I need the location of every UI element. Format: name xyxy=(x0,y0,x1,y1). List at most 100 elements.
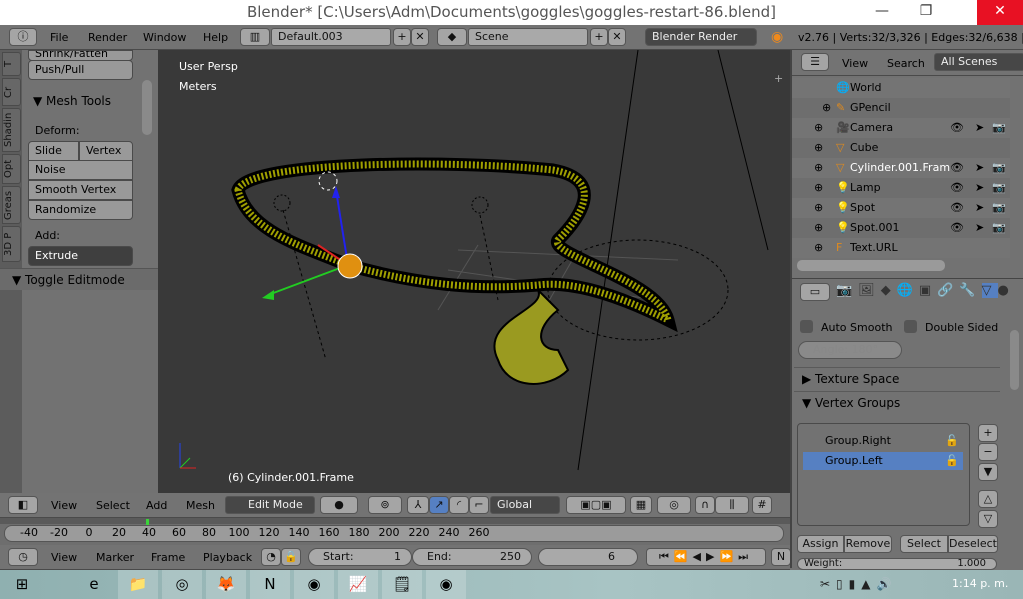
outliner-item[interactable]: 🌐 World xyxy=(792,78,1010,98)
cursor-icon[interactable]: ➤ xyxy=(975,198,984,218)
start-frame-field[interactable]: Start: 1 xyxy=(308,548,412,566)
select-button[interactable]: Select xyxy=(900,535,948,553)
add-vertex-group-button[interactable]: + xyxy=(978,424,998,442)
tab-create[interactable]: Cr xyxy=(2,78,21,106)
expand-icon[interactable]: ⊕ xyxy=(814,158,823,178)
outliner-item[interactable]: ⊕ 💡 Lamp 👁 ➤ 📷 xyxy=(792,178,1010,198)
playback-controls[interactable]: ⏮⏪◀▶⏩⏭ xyxy=(646,548,766,566)
vertex-group-specials-button[interactable]: ▼ xyxy=(978,463,998,481)
internet-explorer-icon[interactable]: e xyxy=(74,570,114,599)
editor-type-info-icon[interactable]: ⓘ xyxy=(9,28,37,46)
cursor-icon[interactable]: ➤ xyxy=(975,158,984,178)
properties-context-tabs[interactable]: 📷🖼◆🌐▣🔗🔧▽● xyxy=(836,283,1023,303)
lock-icon[interactable]: 🔓 xyxy=(945,432,959,450)
firefox-icon[interactable]: 🦊 xyxy=(206,570,246,599)
chrome-icon[interactable]: ◎ xyxy=(162,570,202,599)
translate-manipulator[interactable]: ↗ xyxy=(429,496,449,514)
pivot-point-select[interactable]: ⊚ xyxy=(368,496,402,514)
expand-icon[interactable]: ⊕ xyxy=(814,198,823,218)
minimize-button[interactable]: — xyxy=(865,0,899,25)
noise-button[interactable]: Noise xyxy=(28,160,133,180)
3d-viewport[interactable]: User Persp Meters (6) Cylinder.001.Frame… xyxy=(158,50,790,493)
menu-timeline-view[interactable]: View xyxy=(51,545,77,570)
windows-start-icon[interactable]: ⊞ xyxy=(2,570,42,599)
smooth-vertex-button[interactable]: Smooth Vertex xyxy=(28,180,133,200)
outliner-item[interactable]: ⊕ 🎥 Camera 👁 ➤ 📷 xyxy=(792,118,1010,138)
push-pull-button[interactable]: Push/Pull xyxy=(28,60,133,80)
cursor-icon[interactable]: ➤ xyxy=(975,118,984,138)
assign-button[interactable]: Assign xyxy=(797,535,844,553)
render-icon[interactable]: 📷 xyxy=(992,178,1006,198)
tab-tools[interactable]: T xyxy=(2,52,21,76)
menu-help[interactable]: Help xyxy=(203,25,228,50)
expand-icon[interactable]: ⊕ xyxy=(814,178,823,198)
manipulator-toggle[interactable]: ⅄ xyxy=(407,496,429,514)
scene-icon[interactable]: ◆ xyxy=(437,28,467,46)
item-name[interactable]: Cylinder.001.Frame xyxy=(850,158,950,178)
menu-window[interactable]: Window xyxy=(143,25,186,50)
close-button[interactable]: ✕ xyxy=(977,0,1023,25)
display-mode-select[interactable]: All Scenes xyxy=(934,53,1023,71)
outliner-item[interactable]: ⊕ 💡 Spot.001 👁 ➤ 📷 xyxy=(792,218,1010,238)
screen-layout-icon[interactable]: ▥ xyxy=(240,28,270,46)
file-explorer-icon[interactable]: 📁 xyxy=(118,570,158,599)
editor-type-timeline-icon[interactable]: ◷ xyxy=(8,548,38,566)
rotate-manipulator[interactable]: ◜ xyxy=(449,496,469,514)
transform-orientation-select[interactable]: Global xyxy=(490,496,560,514)
add-layout-button[interactable]: + xyxy=(393,28,411,46)
menu-outliner-view[interactable]: View xyxy=(842,51,868,76)
mesh-tools-panel-header[interactable]: ▼ Mesh Tools xyxy=(33,94,111,108)
remove-button[interactable]: Remove xyxy=(844,535,892,553)
menu-playback[interactable]: Playback xyxy=(203,545,252,570)
blender-icon[interactable]: ◉ xyxy=(426,570,466,599)
double-sided-checkbox[interactable] xyxy=(904,320,917,333)
eye-icon[interactable]: 👁 xyxy=(950,158,964,178)
menu-search[interactable]: Search xyxy=(887,51,925,76)
tab-shading[interactable]: Shadin xyxy=(2,108,21,152)
maximize-button[interactable]: ❐ xyxy=(909,0,943,25)
cursor-icon[interactable]: ➤ xyxy=(975,178,984,198)
properties-region-toggle[interactable]: + xyxy=(774,72,783,85)
vertex-slide-button[interactable]: Vertex xyxy=(79,141,133,161)
current-frame-field[interactable]: 6 xyxy=(538,548,638,566)
menu-file[interactable]: File xyxy=(50,25,68,50)
scene-field[interactable]: Scene xyxy=(468,28,588,46)
keying-set-button[interactable]: N xyxy=(771,548,791,566)
menu-view[interactable]: View xyxy=(51,493,77,518)
snap-toggle[interactable]: ∩ xyxy=(695,496,715,514)
extrude-select[interactable]: Extrude xyxy=(28,246,133,266)
onenote-icon[interactable]: N xyxy=(250,570,290,599)
item-name[interactable]: GPencil xyxy=(850,98,950,118)
angle-field[interactable]: Angle: 180° xyxy=(798,341,902,359)
outliner-item[interactable]: ⊕ F Text.URL xyxy=(792,238,1010,258)
snap-target-button[interactable]: # xyxy=(752,496,772,514)
editor-type-3d-icon[interactable]: ◧ xyxy=(8,496,38,514)
notepad-icon[interactable]: 🗒 xyxy=(382,570,422,599)
outliner-item[interactable]: ⊕ ▽ Cube xyxy=(792,138,1010,158)
tab-3d-printing[interactable]: 3D P xyxy=(2,226,21,262)
select-mode-buttons[interactable]: ▣▢▣ xyxy=(566,496,626,514)
mode-select[interactable]: Edit Mode xyxy=(225,496,315,514)
editor-type-outliner-icon[interactable]: ☰ xyxy=(801,53,829,71)
outliner-item[interactable]: ⊕ ✎ GPencil xyxy=(792,98,1010,118)
preview-range-toggle[interactable]: ◔ xyxy=(261,548,281,566)
cursor-icon[interactable]: ➤ xyxy=(975,218,984,238)
item-name[interactable]: World xyxy=(850,78,950,98)
lock-range-toggle[interactable]: 🔒 xyxy=(281,548,301,566)
clock[interactable]: 1:14 p. m. xyxy=(952,577,1008,590)
snap-element-select[interactable]: ⫼ xyxy=(715,496,749,514)
toggle-editmode-panel[interactable]: ▼ Toggle Editmode xyxy=(0,268,158,290)
item-name[interactable]: Spot.001 xyxy=(850,218,950,238)
randomize-button[interactable]: Randomize xyxy=(28,200,133,220)
vertex-group-item-selected[interactable]: Group.Left 🔓 xyxy=(803,452,963,470)
screen-layout-field[interactable]: Default.003 xyxy=(271,28,391,46)
system-tray-icons[interactable]: ✂▯▮▲🔊 xyxy=(820,577,897,591)
monitor-app-icon[interactable]: 📈 xyxy=(338,570,378,599)
move-up-button[interactable]: △ xyxy=(978,490,998,508)
eye-icon[interactable]: 👁 xyxy=(950,118,964,138)
tool-shelf-scrollbar[interactable] xyxy=(142,80,152,135)
item-name[interactable]: Spot xyxy=(850,198,950,218)
tab-grease-pencil[interactable]: Greas xyxy=(2,186,21,224)
outliner-item[interactable]: ⊕ 💡 Spot 👁 ➤ 📷 xyxy=(792,198,1010,218)
blender-icon[interactable]: ◉ xyxy=(294,570,334,599)
